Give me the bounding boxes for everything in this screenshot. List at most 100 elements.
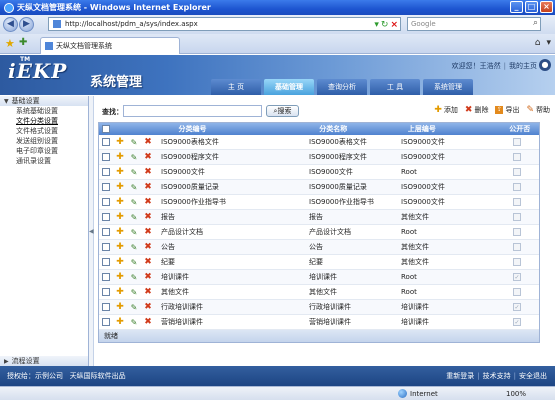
row-delete-icon[interactable]: ✖ bbox=[141, 167, 155, 177]
favorites-star-icon[interactable]: ★ bbox=[5, 37, 15, 50]
delete-button[interactable]: ✖ 删除 bbox=[465, 105, 489, 115]
row-delete-icon[interactable]: ✖ bbox=[141, 302, 155, 312]
row-edit-icon[interactable]: ✎ bbox=[127, 318, 141, 327]
row-edit-icon[interactable]: ✎ bbox=[127, 213, 141, 222]
table-row[interactable]: ✚ ✎ ✖ ISO9000文件 ISO9000文件 Root bbox=[99, 165, 539, 180]
close-button[interactable]: × bbox=[540, 1, 553, 13]
row-edit-icon[interactable]: ✎ bbox=[127, 168, 141, 177]
table-row[interactable]: ✚ ✎ ✖ 报告 报告 其他文件 bbox=[99, 210, 539, 225]
nav-tab-system[interactable]: 系统管理 bbox=[423, 79, 473, 95]
row-checkbox[interactable] bbox=[102, 303, 110, 311]
user-avatar-icon[interactable]: ● bbox=[539, 59, 551, 71]
export-button[interactable]: ⇪ 导出 bbox=[495, 105, 519, 115]
sidebar-item-send-group[interactable]: 发送组别设置 bbox=[0, 136, 88, 146]
sidebar-item-contacts[interactable]: 通讯录设置 bbox=[0, 156, 88, 166]
row-edit-icon[interactable]: ✎ bbox=[127, 198, 141, 207]
my-home-link[interactable]: 我的主页 bbox=[509, 62, 537, 70]
row-delete-icon[interactable]: ✖ bbox=[141, 137, 155, 147]
row-add-icon[interactable]: ✚ bbox=[113, 317, 127, 327]
row-delete-icon[interactable]: ✖ bbox=[141, 152, 155, 162]
sidebar-splitter[interactable]: ◀ bbox=[89, 96, 94, 366]
row-checkbox[interactable] bbox=[102, 258, 110, 266]
relogin-link[interactable]: 重新登录 bbox=[446, 372, 474, 380]
sidebar-group-workflow[interactable]: ▶ 流程设置 bbox=[0, 356, 88, 366]
table-row[interactable]: ✚ ✎ ✖ ISO9000表格文件 ISO9000表格文件 ISO9000文件 bbox=[99, 135, 539, 150]
minimize-button[interactable]: _ bbox=[510, 1, 523, 13]
row-edit-icon[interactable]: ✎ bbox=[127, 153, 141, 162]
row-delete-icon[interactable]: ✖ bbox=[141, 287, 155, 297]
support-link[interactable]: 技术支持 bbox=[483, 372, 511, 380]
table-row[interactable]: ✚ ✎ ✖ 公告 公告 其他文件 bbox=[99, 240, 539, 255]
table-row[interactable]: ✚ ✎ ✖ 纪要 纪要 其他文件 bbox=[99, 255, 539, 270]
row-checkbox[interactable] bbox=[102, 243, 110, 251]
refresh-icon[interactable]: ↻ bbox=[381, 20, 389, 30]
row-checkbox[interactable] bbox=[102, 183, 110, 191]
row-add-icon[interactable]: ✚ bbox=[113, 242, 127, 252]
search-input[interactable] bbox=[123, 105, 262, 117]
sidebar-group-basic[interactable]: ▼ 基础设置 bbox=[0, 96, 88, 106]
browser-search-input[interactable]: Google ⌕ bbox=[407, 17, 541, 31]
browser-tab[interactable]: 天纵文档管理系统 bbox=[40, 37, 180, 54]
header-name[interactable]: 分类名称 bbox=[319, 124, 408, 134]
row-edit-icon[interactable]: ✎ bbox=[127, 258, 141, 267]
header-public[interactable]: 公开否 bbox=[500, 124, 539, 134]
row-edit-icon[interactable]: ✎ bbox=[127, 303, 141, 312]
search-icon[interactable]: ⌕ bbox=[533, 18, 538, 28]
row-add-icon[interactable]: ✚ bbox=[113, 272, 127, 282]
row-edit-icon[interactable]: ✎ bbox=[127, 138, 141, 147]
row-checkbox[interactable] bbox=[102, 273, 110, 281]
row-add-icon[interactable]: ✚ bbox=[113, 137, 127, 147]
row-delete-icon[interactable]: ✖ bbox=[141, 212, 155, 222]
stop-icon[interactable]: × bbox=[390, 20, 398, 30]
header-parent[interactable]: 上层编号 bbox=[408, 124, 501, 134]
row-add-icon[interactable]: ✚ bbox=[113, 302, 127, 312]
row-add-icon[interactable]: ✚ bbox=[113, 257, 127, 267]
splitter-arrow-icon[interactable]: ◀ bbox=[89, 228, 94, 235]
row-edit-icon[interactable]: ✎ bbox=[127, 183, 141, 192]
nav-tab-tools[interactable]: 工 具 bbox=[370, 79, 420, 95]
back-button[interactable]: ◀ bbox=[3, 17, 18, 32]
tools-menu-icon[interactable]: ▾ bbox=[546, 38, 551, 48]
add-favorite-icon[interactable]: ✚ bbox=[19, 37, 27, 48]
table-row[interactable]: ✚ ✎ ✖ ISO9000程序文件 ISO9000程序文件 ISO9000文件 bbox=[99, 150, 539, 165]
search-button[interactable]: ⌕ 搜索 bbox=[266, 105, 299, 117]
row-delete-icon[interactable]: ✖ bbox=[141, 272, 155, 282]
maximize-button[interactable]: □ bbox=[525, 1, 538, 13]
table-row[interactable]: ✚ ✎ ✖ ISO9000质量记录 ISO9000质量记录 ISO9000文件 bbox=[99, 180, 539, 195]
home-icon[interactable]: ⌂ bbox=[535, 38, 541, 48]
row-checkbox[interactable] bbox=[102, 153, 110, 161]
row-checkbox[interactable] bbox=[102, 168, 110, 176]
row-delete-icon[interactable]: ✖ bbox=[141, 257, 155, 267]
row-checkbox[interactable] bbox=[102, 213, 110, 221]
row-delete-icon[interactable]: ✖ bbox=[141, 227, 155, 237]
go-icon[interactable]: ▾ bbox=[374, 20, 379, 30]
row-delete-icon[interactable]: ✖ bbox=[141, 242, 155, 252]
table-row[interactable]: ✚ ✎ ✖ 行政培训课件 行政培训课件 培训课件 ✓ bbox=[99, 300, 539, 315]
row-checkbox[interactable] bbox=[102, 198, 110, 206]
table-row[interactable]: ✚ ✎ ✖ 其他文件 其他文件 Root bbox=[99, 285, 539, 300]
sidebar-item-system-basic[interactable]: 系统基础设置 bbox=[0, 106, 88, 116]
security-zone[interactable]: Internet bbox=[398, 389, 438, 398]
row-add-icon[interactable]: ✚ bbox=[113, 182, 127, 192]
row-add-icon[interactable]: ✚ bbox=[113, 227, 127, 237]
row-checkbox[interactable] bbox=[102, 288, 110, 296]
row-add-icon[interactable]: ✚ bbox=[113, 212, 127, 222]
logout-link[interactable]: 安全退出 bbox=[519, 372, 547, 380]
table-row[interactable]: ✚ ✎ ✖ 营销培训课件 营销培训课件 培训课件 ✓ bbox=[99, 315, 539, 330]
table-row[interactable]: ✚ ✎ ✖ 产品设计文档 产品设计文档 Root bbox=[99, 225, 539, 240]
row-checkbox[interactable] bbox=[102, 228, 110, 236]
header-code[interactable]: 分类编号 bbox=[113, 124, 320, 134]
row-edit-icon[interactable]: ✎ bbox=[127, 228, 141, 237]
row-delete-icon[interactable]: ✖ bbox=[141, 317, 155, 327]
nav-tab-basic[interactable]: 基础管理 bbox=[264, 79, 314, 95]
sidebar-item-file-category[interactable]: 文件分类设置 bbox=[0, 116, 88, 126]
zoom-level[interactable]: 100% bbox=[506, 390, 526, 398]
row-delete-icon[interactable]: ✖ bbox=[141, 197, 155, 207]
nav-tab-query[interactable]: 查询分析 bbox=[317, 79, 367, 95]
table-row[interactable]: ✚ ✎ ✖ ISO9000作业指导书 ISO9000作业指导书 ISO9000文件 bbox=[99, 195, 539, 210]
row-add-icon[interactable]: ✚ bbox=[113, 287, 127, 297]
nav-tab-home[interactable]: 主 页 bbox=[211, 79, 261, 95]
row-edit-icon[interactable]: ✎ bbox=[127, 288, 141, 297]
row-delete-icon[interactable]: ✖ bbox=[141, 182, 155, 192]
sidebar-item-file-format[interactable]: 文件格式设置 bbox=[0, 126, 88, 136]
